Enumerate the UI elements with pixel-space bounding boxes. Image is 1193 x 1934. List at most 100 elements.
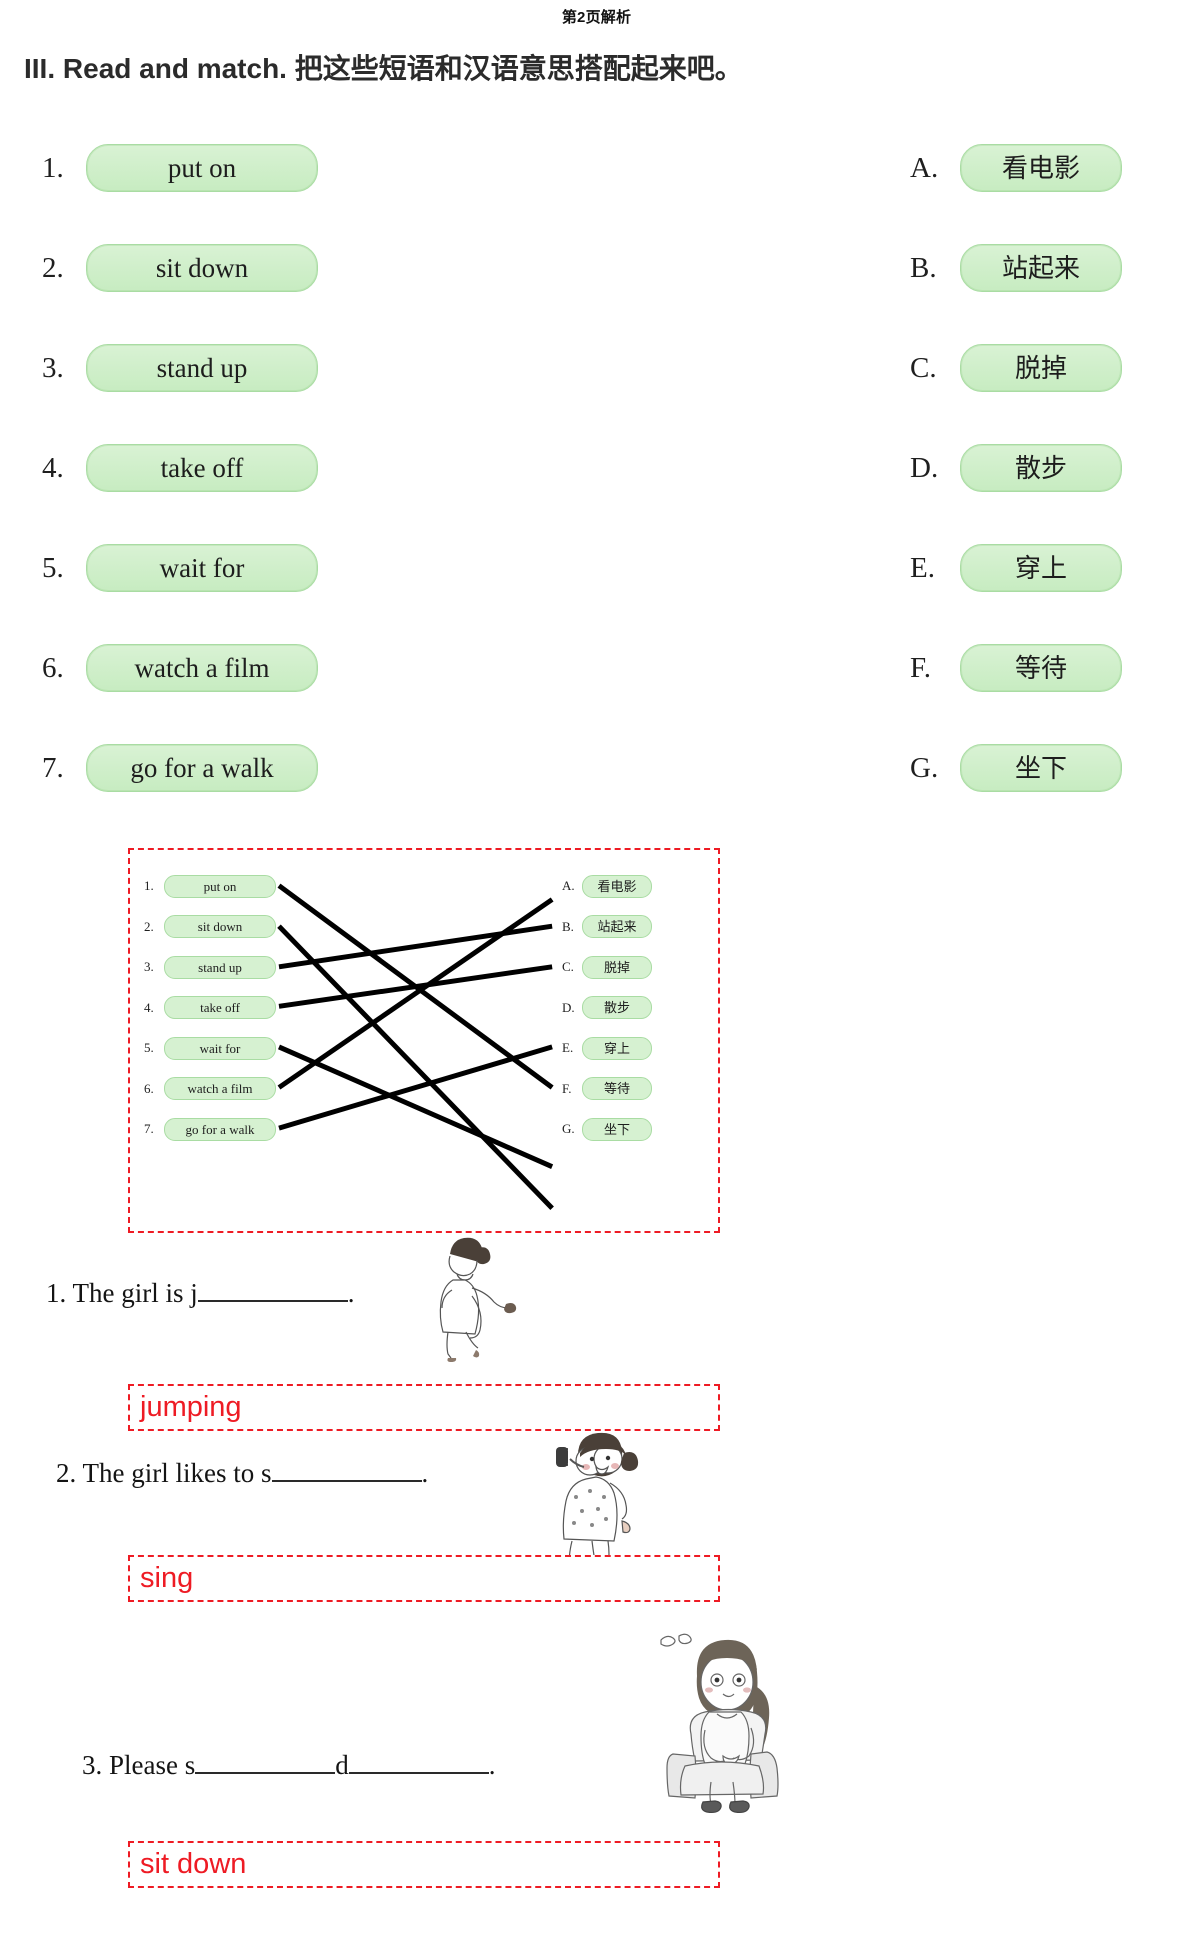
answer-row: G. 坐下 — [562, 1109, 712, 1150]
answer-row: B. 站起来 — [562, 907, 712, 948]
answer-meaning-pill-f: 等待 — [582, 1077, 652, 1101]
instruction-english: Read and match. — [62, 53, 287, 84]
phrase-pill-7[interactable]: go for a walk — [86, 744, 318, 792]
match-row[interactable]: 4. take off — [42, 418, 372, 518]
item-marker: 3. — [42, 351, 64, 384]
question-2-blank[interactable] — [271, 1480, 422, 1482]
answer-item-marker: 7. — [144, 1121, 154, 1137]
answer-phrase-pill-3: stand up — [164, 955, 276, 979]
answer-row: 3. stand up — [144, 947, 374, 988]
meaning-pill-c[interactable]: 脱掉 — [960, 344, 1122, 392]
answer-row: 2. sit down — [144, 907, 374, 948]
question-3-period: . — [488, 1750, 496, 1780]
question-3-blank-1[interactable] — [195, 1772, 336, 1774]
answer-text-3: sit down — [140, 1848, 247, 1880]
match-row[interactable]: 2. sit down — [42, 218, 372, 318]
answer-row: 7. go for a walk — [144, 1109, 374, 1150]
question-3-text: Please s — [109, 1750, 196, 1780]
question-3-sentence: 3. Please s d. — [82, 1750, 495, 1781]
answer-row: 4. take off — [144, 988, 374, 1029]
match-row[interactable]: E. 穿上 — [910, 518, 1180, 618]
meaning-pill-g[interactable]: 坐下 — [960, 744, 1122, 792]
instruction-line: III. Read and match. 把这些短语和汉语意思搭配起来吧。 — [24, 47, 1144, 87]
girl-sitting-armchair-illustration — [655, 1630, 815, 1815]
answer-row: E. 穿上 — [562, 1028, 712, 1069]
phrase-pill-3[interactable]: stand up — [86, 344, 318, 392]
answer-phrase-pill-5: wait for — [164, 1036, 276, 1060]
answer-box-1: jumping — [128, 1384, 720, 1431]
match-row[interactable]: F. 等待 — [910, 618, 1180, 718]
question-2-text: The girl likes to s — [82, 1458, 272, 1488]
answer-phrase-pill-2: sit down — [164, 915, 276, 939]
item-marker: G. — [910, 751, 939, 784]
answer-meaning-pill-g: 坐下 — [582, 1117, 652, 1141]
question-2-sentence: 2. The girl likes to s. — [56, 1458, 428, 1489]
answer-item-marker: D. — [562, 999, 575, 1015]
meaning-pill-f[interactable]: 等待 — [960, 644, 1122, 692]
answer-row: 1. put on — [144, 866, 374, 907]
answer-row: A. 看电影 — [562, 866, 712, 907]
answer-key-match-box: 1. put on 2. sit down 3. stand up 4. tak… — [128, 848, 720, 1233]
question-1-number: 1. — [46, 1278, 67, 1308]
item-marker: 7. — [42, 751, 64, 784]
question-1-period: . — [347, 1278, 355, 1308]
item-marker: 2. — [42, 251, 64, 284]
match-row[interactable]: 7. go for a walk — [42, 718, 372, 818]
answer-meaning-pill-a: 看电影 — [582, 874, 652, 898]
answer-item-marker: 5. — [144, 1040, 154, 1056]
answer-meaning-pill-e: 穿上 — [582, 1036, 652, 1060]
match-row[interactable]: A. 看电影 — [910, 118, 1180, 218]
meaning-pill-e[interactable]: 穿上 — [960, 544, 1122, 592]
item-marker: 5. — [42, 551, 64, 584]
answer-item-marker: 3. — [144, 959, 154, 975]
meaning-pill-b[interactable]: 站起来 — [960, 244, 1122, 292]
phrase-pill-4[interactable]: take off — [86, 444, 318, 492]
match-row[interactable]: 1. put on — [42, 118, 372, 218]
phrase-pill-6[interactable]: watch a film — [86, 644, 318, 692]
answer-row: 5. wait for — [144, 1028, 374, 1069]
answer-text-2: sing — [140, 1562, 194, 1594]
meaning-pill-d[interactable]: 散步 — [960, 444, 1122, 492]
meaning-column-right: A. 看电影 B. 站起来 C. 脱掉 D. 散步 E. 穿上 F. 等待 G.… — [910, 118, 1180, 818]
match-row[interactable]: C. 脱掉 — [910, 318, 1180, 418]
answer-phrase-pill-4: take off — [164, 996, 276, 1020]
answer-meaning-column: A. 看电影 B. 站起来 C. 脱掉 D. 散步 E. 穿上 F. 等待 G.… — [562, 866, 712, 1150]
question-3-blank-2[interactable] — [348, 1772, 489, 1774]
answer-row: D. 散步 — [562, 988, 712, 1029]
answer-item-marker: E. — [562, 1040, 574, 1056]
question-1-blank[interactable] — [197, 1300, 348, 1302]
match-row[interactable]: G. 坐下 — [910, 718, 1180, 818]
answer-phrase-pill-6: watch a film — [164, 1077, 276, 1101]
item-marker: 4. — [42, 451, 64, 484]
answer-row: F. 等待 — [562, 1069, 712, 1110]
answer-meaning-pill-c: 脱掉 — [582, 955, 652, 979]
answer-row: 6. watch a film — [144, 1069, 374, 1110]
match-row[interactable]: B. 站起来 — [910, 218, 1180, 318]
answer-text-1: jumping — [140, 1391, 242, 1423]
answer-meaning-pill-d: 散步 — [582, 996, 652, 1020]
answer-box-3: sit down — [128, 1841, 720, 1888]
item-marker: B. — [910, 251, 937, 284]
item-marker: D. — [910, 451, 939, 484]
phrase-pill-5[interactable]: wait for — [86, 544, 318, 592]
answer-item-marker: G. — [562, 1121, 575, 1137]
answer-box-2: sing — [128, 1555, 720, 1602]
item-marker: F. — [910, 651, 932, 684]
page-header: 第2页解析 — [561, 9, 632, 26]
match-row[interactable]: 6. watch a film — [42, 618, 372, 718]
match-row[interactable]: D. 散步 — [910, 418, 1180, 518]
question-2-number: 2. — [56, 1458, 77, 1488]
answer-phrase-pill-1: put on — [164, 874, 276, 898]
meaning-pill-a[interactable]: 看电影 — [960, 144, 1122, 192]
phrase-pill-1[interactable]: put on — [86, 144, 318, 192]
match-row[interactable]: 3. stand up — [42, 318, 372, 418]
answer-meaning-pill-b: 站起来 — [582, 915, 652, 939]
match-row[interactable]: 5. wait for — [42, 518, 372, 618]
match-exercise: 1. put on 2. sit down 3. stand up 4. tak… — [0, 118, 1193, 808]
item-marker: A. — [910, 151, 939, 184]
answer-phrase-pill-7: go for a walk — [164, 1117, 276, 1141]
instruction-chinese: 把这些短语和汉语意思搭配起来吧。 — [294, 53, 743, 84]
girl-jumping-illustration — [410, 1232, 530, 1362]
phrase-column-left: 1. put on 2. sit down 3. stand up 4. tak… — [42, 118, 372, 818]
phrase-pill-2[interactable]: sit down — [86, 244, 318, 292]
